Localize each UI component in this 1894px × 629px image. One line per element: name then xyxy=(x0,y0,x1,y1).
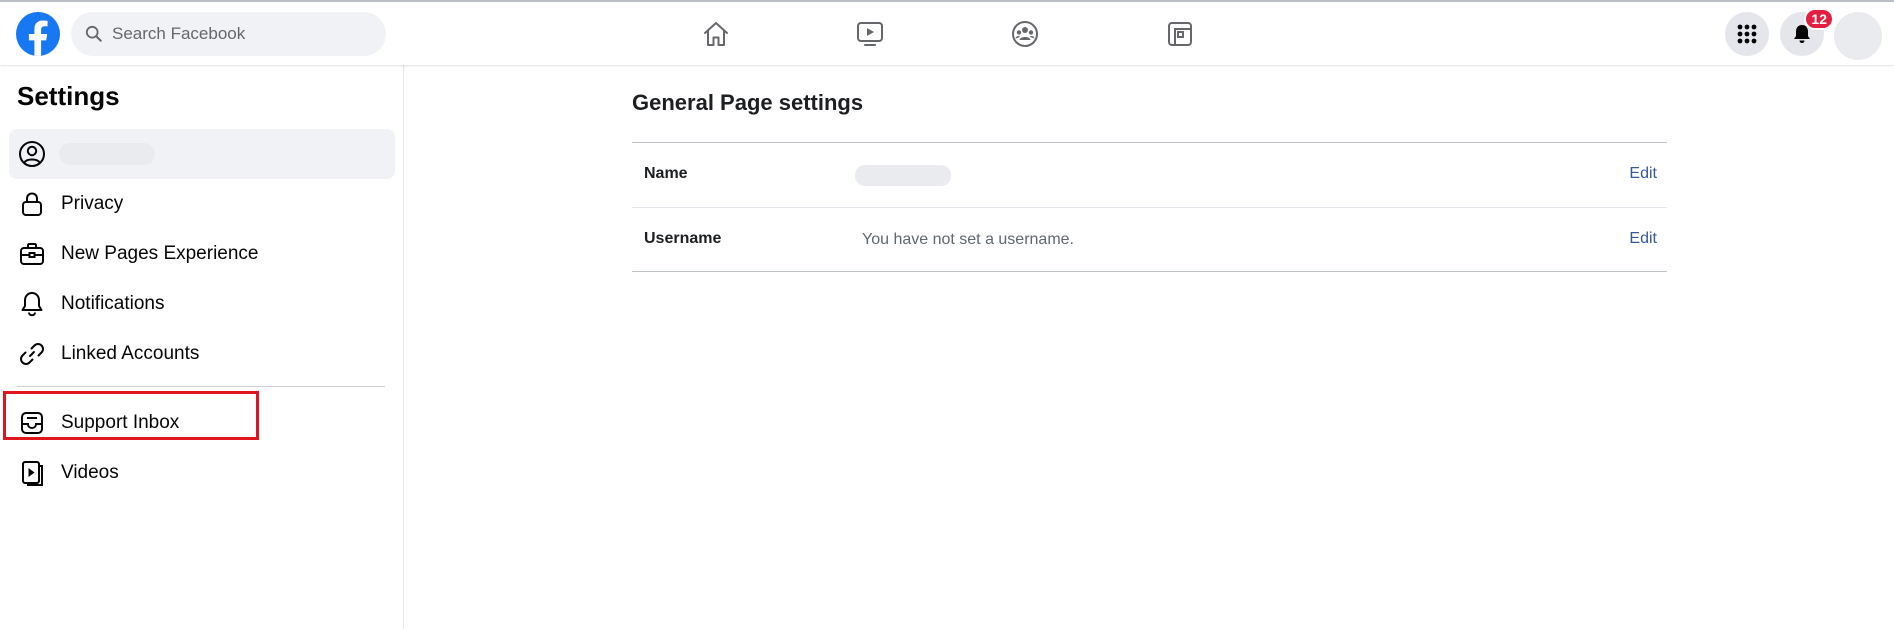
facebook-logo-icon[interactable] xyxy=(16,12,60,56)
sidebar-item-label: Linked Accounts xyxy=(61,343,200,364)
sidebar-title: Settings xyxy=(17,81,120,111)
settings-sidebar: Settings Privacy New Pages Experience No… xyxy=(0,65,404,629)
sidebar-divider xyxy=(17,386,385,387)
inbox-icon xyxy=(17,408,47,438)
settings-table: Name Edit Username You have not set a us… xyxy=(632,142,1667,272)
home-icon[interactable] xyxy=(698,16,734,52)
search-input[interactable] xyxy=(112,24,372,44)
settings-content: General Page settings Name Edit Username… xyxy=(405,65,1894,629)
grid-menu-icon xyxy=(1737,24,1757,44)
sidebar-item-label: Videos xyxy=(61,462,119,483)
sidebar-item-label: Support Inbox xyxy=(61,412,180,433)
search-icon xyxy=(85,25,102,42)
sidebar-item-label: Privacy xyxy=(61,193,124,214)
user-circle-icon xyxy=(17,139,47,169)
edit-username-link[interactable]: Edit xyxy=(1629,230,1657,248)
briefcase-icon xyxy=(17,239,47,269)
bell-outline-icon xyxy=(17,289,47,319)
lock-icon xyxy=(17,189,47,219)
account-avatar[interactable] xyxy=(1834,12,1882,60)
video-file-icon xyxy=(17,458,47,488)
groups-icon[interactable] xyxy=(1007,16,1043,52)
menu-button[interactable] xyxy=(1725,12,1769,56)
sidebar-item-page-profile[interactable] xyxy=(9,129,395,179)
sidebar-item-videos[interactable]: Videos xyxy=(9,448,395,498)
sidebar-item-support-inbox[interactable]: Support Inbox xyxy=(9,398,395,448)
edit-name-link[interactable]: Edit xyxy=(1629,165,1657,183)
notifications-button[interactable]: 12 xyxy=(1780,8,1834,56)
page-title: General Page settings xyxy=(632,90,864,115)
sidebar-item-notifications[interactable]: Notifications xyxy=(9,279,395,329)
settings-row-name: Name Edit xyxy=(632,143,1667,207)
search-box[interactable] xyxy=(71,12,386,56)
settings-row-username: Username You have not set a username. Ed… xyxy=(632,207,1667,271)
name-value-redacted xyxy=(855,165,951,186)
setting-label: Username xyxy=(644,230,722,247)
sidebar-item-new-pages-experience[interactable]: New Pages Experience xyxy=(9,229,395,279)
setting-value: You have not set a username. xyxy=(862,231,1074,248)
link-icon xyxy=(17,339,47,369)
setting-label: Name xyxy=(644,165,688,182)
profile-name-redacted xyxy=(59,143,155,165)
sidebar-item-label: New Pages Experience xyxy=(61,243,259,264)
sidebar-item-privacy[interactable]: Privacy xyxy=(9,179,395,229)
notification-count-badge: 12 xyxy=(1804,8,1834,30)
sidebar-item-label: Notifications xyxy=(61,293,165,314)
pages-icon[interactable] xyxy=(1162,16,1198,52)
video-icon[interactable] xyxy=(852,16,888,52)
top-navigation-bar: 12 xyxy=(0,2,1894,65)
sidebar-item-linked-accounts[interactable]: Linked Accounts xyxy=(9,329,395,379)
